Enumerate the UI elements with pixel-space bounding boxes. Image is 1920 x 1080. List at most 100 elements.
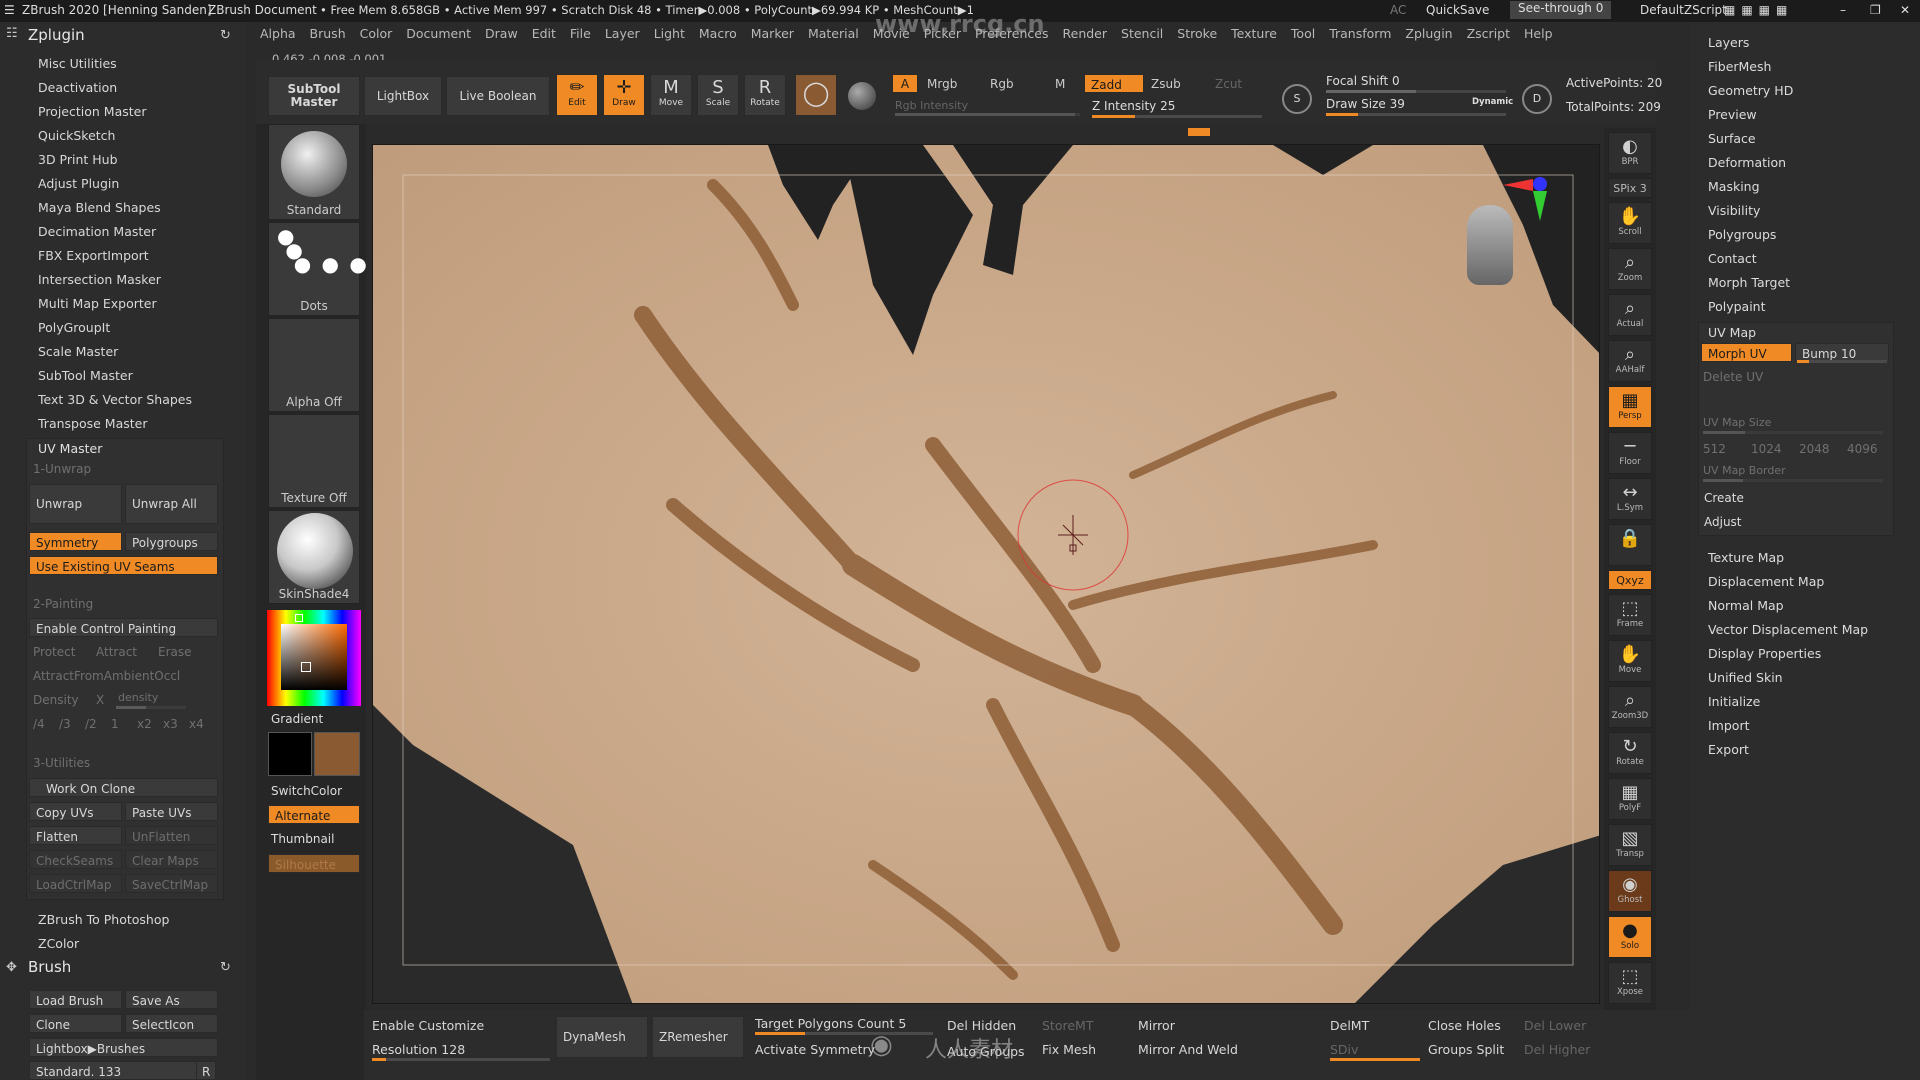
close-holes-button[interactable]: Close Holes (1428, 1018, 1501, 1033)
dynamic-toggle[interactable]: Dynamic (1472, 97, 1513, 107)
density-value-button[interactable]: x2 (137, 717, 152, 731)
density-value-button[interactable]: x3 (163, 717, 178, 731)
uv-map-border-track[interactable] (1703, 479, 1883, 482)
zplugin-item[interactable]: QuickSketch (38, 128, 115, 143)
uv-size-preset-button[interactable]: 4096 (1847, 442, 1878, 456)
menu-edit[interactable]: Edit (532, 26, 556, 41)
menu-tool[interactable]: Tool (1291, 26, 1315, 41)
spix-button[interactable]: SPix 3 (1608, 178, 1652, 198)
xyz-button[interactable]: Qxyz (1608, 570, 1652, 590)
zplugin-item[interactable]: Projection Master (38, 104, 146, 119)
ghost-button[interactable]: ◉ Ghost (1608, 870, 1652, 912)
zplugin-item[interactable]: Intersection Masker (38, 272, 161, 287)
standard-brush-tile[interactable]: Standard (268, 124, 360, 220)
menu-brush[interactable]: Brush (310, 26, 346, 41)
dots-stroke-tile[interactable]: ● ● ● ● ● Dots (268, 222, 367, 316)
work-on-clone-button[interactable]: Work On Clone (29, 778, 218, 797)
see-through-slider[interactable]: See-through 0 (1510, 1, 1612, 19)
z-intensity-track[interactable] (1092, 115, 1262, 118)
zplugin-item[interactable]: Misc Utilities (38, 56, 117, 71)
zsub-toggle[interactable]: Zsub (1151, 77, 1181, 91)
save-as-button[interactable]: Save As (125, 990, 218, 1009)
tool-subpalette-item[interactable]: Preview (1708, 107, 1757, 122)
frame-button[interactable]: ⬚ Frame (1608, 594, 1652, 636)
mirror-button[interactable]: Mirror (1138, 1018, 1175, 1033)
zoom3d-button[interactable]: ⌕ Zoom3D (1608, 686, 1652, 728)
brush-refresh-icon[interactable]: ↻ (220, 960, 231, 975)
tool-subpalette-item[interactable]: Vector Displacement Map (1708, 622, 1868, 637)
bump-track[interactable] (1797, 360, 1887, 363)
focal-shift-slider[interactable]: Focal Shift 0 (1326, 74, 1400, 88)
menu-zscript[interactable]: Zscript (1467, 26, 1510, 41)
switchcolor-button[interactable]: SwitchColor (271, 784, 342, 798)
adjust-uv-button[interactable]: Adjust (1704, 515, 1742, 529)
density-value-button[interactable]: 1 (111, 717, 119, 731)
close-icon[interactable]: ✕ (1900, 3, 1910, 17)
silhouette-toggle[interactable]: Silhouette (268, 854, 360, 873)
uv-size-preset-button[interactable]: 2048 (1799, 442, 1830, 456)
gradient-label[interactable]: Gradient (271, 712, 323, 726)
default-zscript-button[interactable]: DefaultZScript (1640, 3, 1727, 17)
xpose-button[interactable]: ⬚ Xpose (1608, 962, 1652, 1004)
dynamesh-button[interactable]: DynaMesh (556, 1016, 648, 1058)
lock-button[interactable]: 🔒 (1608, 524, 1652, 566)
copy-uvs-button[interactable]: Copy UVs (29, 802, 122, 821)
menu-file[interactable]: File (570, 26, 591, 41)
menu-document[interactable]: Document (406, 26, 471, 41)
focal-shift-track[interactable] (1326, 90, 1506, 93)
density-value-button[interactable]: x4 (189, 717, 204, 731)
load-ctrl-map-button[interactable]: LoadCtrlMap (29, 874, 122, 893)
color-picker-cursor[interactable] (301, 662, 311, 672)
use-existing-uv-seams-toggle[interactable]: Use Existing UV Seams (29, 556, 218, 575)
enable-control-painting-button[interactable]: Enable Control Painting (29, 618, 218, 637)
main-color-swatch[interactable] (314, 732, 360, 776)
save-ctrl-map-button[interactable]: SaveCtrlMap (125, 874, 218, 893)
unwrap-all-button[interactable]: Unwrap All (125, 484, 218, 524)
uv-master-title[interactable]: UV Master (38, 441, 102, 456)
resolution-slider[interactable]: Resolution 128 (372, 1042, 465, 1057)
resolution-track[interactable] (372, 1058, 550, 1061)
restore-icon[interactable]: ❐ (1870, 3, 1881, 17)
live-boolean-button[interactable]: Live Boolean (446, 76, 550, 116)
zcolor-item[interactable]: ZColor (38, 936, 79, 951)
zplugin-item[interactable]: Transpose Master (38, 416, 147, 431)
unwrap-button[interactable]: Unwrap (29, 484, 122, 524)
zplugin-item[interactable]: FBX ExportImport (38, 248, 149, 263)
move-button[interactable]: ✋ Move (1608, 640, 1652, 682)
density-value-button[interactable]: /3 (59, 717, 71, 731)
zplugin-item[interactable]: Scale Master (38, 344, 118, 359)
current-brush-slider[interactable]: Standard. 133 (29, 1061, 201, 1080)
layout-icons[interactable]: ▦▦▦▦ (1724, 3, 1793, 17)
groups-split-button[interactable]: Groups Split (1428, 1042, 1504, 1057)
tool-subpalette-item[interactable]: Geometry HD (1708, 83, 1793, 98)
alpha-tile[interactable]: Alpha Off (268, 318, 360, 412)
rgb-intensity-track[interactable] (895, 113, 1080, 116)
tool-subpalette-item[interactable]: Initialize (1708, 694, 1760, 709)
protect-button[interactable]: Protect (33, 645, 75, 659)
menu-transform[interactable]: Transform (1329, 26, 1391, 41)
density-value-button[interactable]: /2 (85, 717, 97, 731)
activate-symmetry-button[interactable]: Activate Symmetry (755, 1042, 875, 1057)
uv-map-size-slider[interactable]: UV Map Size (1703, 416, 1771, 429)
mirror-and-weld-button[interactable]: Mirror And Weld (1138, 1042, 1238, 1057)
polygroups-toggle[interactable]: Polygroups (125, 532, 218, 551)
texture-sphere-icon[interactable] (848, 82, 876, 110)
tool-subpalette-item[interactable]: FiberMesh (1708, 59, 1771, 74)
tool-subpalette-item[interactable]: Polygroups (1708, 227, 1776, 242)
menu-preferences[interactable]: Preferences (975, 26, 1049, 41)
refresh-icon[interactable]: ↻ (220, 28, 231, 43)
brush-header[interactable]: Brush (28, 958, 71, 976)
lsym-button[interactable]: ↔ L.Sym (1608, 478, 1652, 520)
density-slider[interactable] (116, 706, 186, 709)
a-toggle[interactable]: A (892, 74, 918, 93)
lightbox-brushes-button[interactable]: Lightbox▶Brushes (29, 1038, 218, 1057)
rotate-mode-button[interactable]: R Rotate (744, 74, 786, 116)
brush-grip-icon[interactable]: ✥ (6, 960, 17, 975)
bpr-button[interactable]: ◐ BPR (1608, 132, 1652, 174)
zcut-toggle[interactable]: Zcut (1215, 77, 1242, 91)
clear-maps-button[interactable]: Clear Maps (125, 850, 218, 869)
lightbox-button[interactable]: LightBox (364, 76, 442, 116)
menu-light[interactable]: Light (654, 26, 685, 41)
thumbnail-button[interactable]: Thumbnail (271, 832, 334, 846)
draw-size-slider[interactable]: Draw Size 39 (1326, 97, 1405, 111)
